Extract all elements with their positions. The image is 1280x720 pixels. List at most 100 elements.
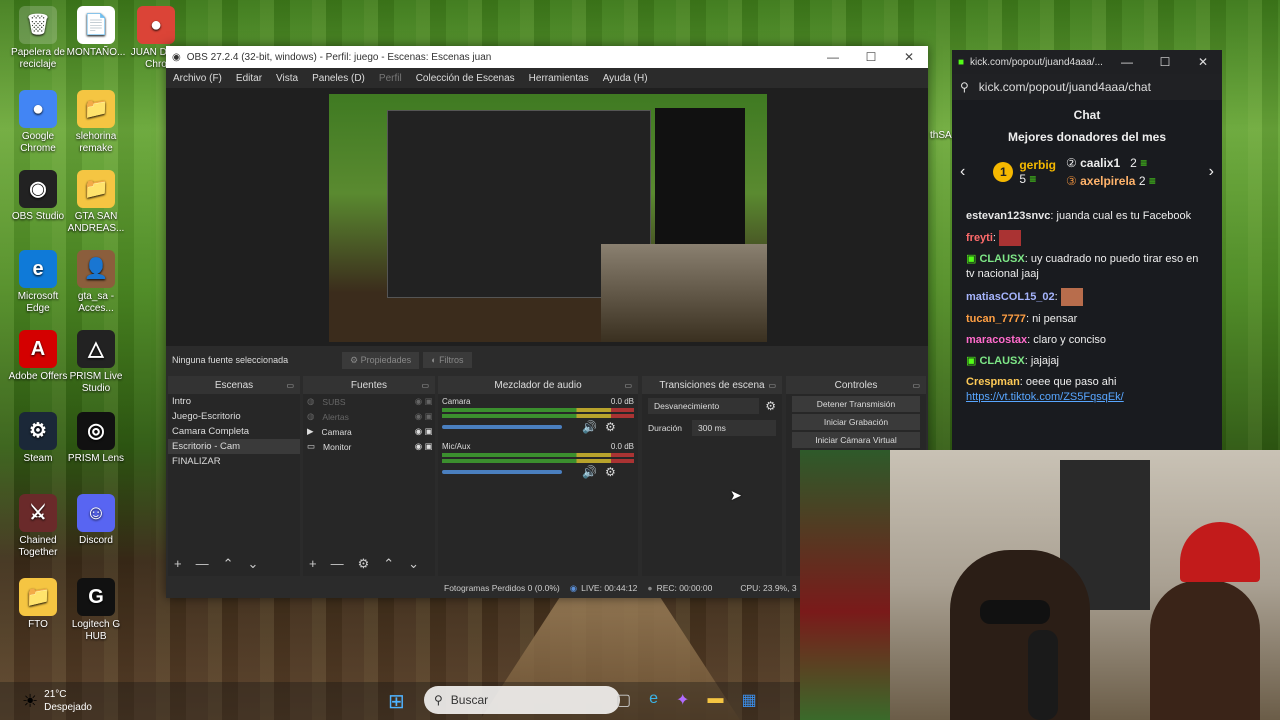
desktop-icon[interactable]: 📄 MONTAÑO... xyxy=(64,6,128,59)
address-bar[interactable]: ⚲ kick.com/popout/juand4aaa/chat xyxy=(952,74,1222,100)
stop-streaming-button[interactable]: Detener Transmisión xyxy=(792,396,920,412)
maximize-icon[interactable]: ☐ xyxy=(1146,55,1184,69)
file-explorer-icon[interactable]: ▬ xyxy=(707,690,723,710)
site-info-icon[interactable]: ⚲ xyxy=(960,80,969,94)
speaker-icon[interactable]: 🔊 xyxy=(582,465,597,479)
desktop-icon[interactable]: ◉ OBS Studio xyxy=(6,170,70,223)
desktop-icon[interactable]: A Adobe Offers xyxy=(6,330,70,383)
desktop-icon[interactable]: ◎ PRISM Lens xyxy=(64,412,128,465)
eye-icon[interactable]: ◉ xyxy=(415,426,422,437)
desktop-icon[interactable]: 📁 GTA SAN ANDREAS... xyxy=(64,170,128,235)
scene-item[interactable]: FINALIZAR xyxy=(168,454,300,469)
obs-titlebar[interactable]: ◉ OBS 27.2.4 (32-bit, windows) - Perfil:… xyxy=(166,46,928,68)
desktop-icon[interactable]: G Logitech G HUB xyxy=(64,578,128,643)
chat-user[interactable]: CLAUSX xyxy=(979,355,1024,367)
desktop-icon[interactable]: ● Google Chrome xyxy=(6,90,70,155)
taskbar-search[interactable]: ⚲ Buscar xyxy=(424,686,620,714)
chat-titlebar[interactable]: ■ kick.com/popout/juand4aaa/... — ☐ ✕ xyxy=(952,50,1222,74)
minimize-icon[interactable]: — xyxy=(1108,55,1146,69)
volume-slider[interactable] xyxy=(442,425,562,429)
menu-vista[interactable]: Vista xyxy=(269,73,305,84)
start-virtual-camera-button[interactable]: Iniciar Cámara Virtual xyxy=(792,432,920,448)
eye-icon[interactable]: ◉ xyxy=(415,396,422,407)
windows-start-icon[interactable]: ⊞ xyxy=(388,689,405,714)
scene-item[interactable]: Juego-Escritorio xyxy=(168,409,300,424)
minimize-icon[interactable]: — xyxy=(814,50,852,64)
desktop-icon[interactable]: 🗑 Papelera de reciclaje xyxy=(6,6,70,71)
chat-user[interactable]: estevan123snvc xyxy=(966,210,1050,222)
chat-user[interactable]: maracostax xyxy=(966,334,1027,346)
dock-menu-icon[interactable]: ▭ xyxy=(286,381,294,390)
remove-icon[interactable]: — xyxy=(331,556,344,572)
close-icon[interactable]: ✕ xyxy=(1184,55,1222,69)
store-icon[interactable]: ▦ xyxy=(741,690,756,710)
start-recording-button[interactable]: Iniciar Grabación xyxy=(792,414,920,430)
dock-menu-icon[interactable]: ▭ xyxy=(912,381,920,390)
menu-archivo[interactable]: Archivo (F) xyxy=(166,73,229,84)
source-item[interactable]: ◍ SUBS ◉ ▣ xyxy=(303,394,435,409)
chat-user[interactable]: freyti xyxy=(966,232,993,244)
menu-coleccion[interactable]: Colección de Escenas xyxy=(409,73,522,84)
lock-icon[interactable]: ▣ xyxy=(425,441,433,452)
filters-button[interactable]: ◐ Filtros xyxy=(423,352,472,368)
copilot-icon[interactable]: ✦ xyxy=(676,690,689,710)
task-view-icon[interactable]: ▢ xyxy=(616,690,631,710)
move-up-icon[interactable]: ⌃ xyxy=(223,556,234,572)
dock-menu-icon[interactable]: ▭ xyxy=(624,381,632,390)
gear-icon[interactable]: ⚙ xyxy=(765,399,776,413)
weather-icon[interactable]: ☀ xyxy=(22,691,38,712)
desktop-icon[interactable]: 📁 FTO xyxy=(6,578,70,631)
chat-user[interactable]: Crespman xyxy=(966,376,1020,388)
add-icon[interactable]: + xyxy=(309,556,317,572)
scene-item[interactable]: Camara Completa xyxy=(168,424,300,439)
lock-icon[interactable]: ▣ xyxy=(425,411,433,422)
desktop-icon[interactable]: ⚔ Chained Together xyxy=(6,494,70,559)
properties-button[interactable]: ⚙ Propiedades xyxy=(342,351,420,369)
duration-field[interactable]: 300 ms xyxy=(692,420,776,436)
desktop-icon[interactable]: △ PRISM Live Studio xyxy=(64,330,128,395)
speaker-icon[interactable]: 🔊 xyxy=(582,420,597,434)
desktop-icon[interactable]: ⚙ Steam xyxy=(6,412,70,465)
dock-menu-icon[interactable]: ▭ xyxy=(768,381,776,390)
edge-taskbar-icon[interactable]: e xyxy=(649,690,658,710)
move-down-icon[interactable]: ⌄ xyxy=(408,556,419,572)
menu-ayuda[interactable]: Ayuda (H) xyxy=(596,73,655,84)
gear-icon[interactable]: ⚙ xyxy=(605,465,616,479)
menu-paneles[interactable]: Paneles (D) xyxy=(305,73,372,84)
menu-editar[interactable]: Editar xyxy=(229,73,269,84)
desktop-icon[interactable]: 👤 gta_sa - Acces... xyxy=(64,250,128,315)
maximize-icon[interactable]: ☐ xyxy=(852,50,890,64)
chat-user[interactable]: CLAUSX xyxy=(979,253,1024,265)
chevron-left-icon[interactable]: ‹ xyxy=(960,163,965,181)
obs-preview-area[interactable] xyxy=(166,88,928,346)
desktop-icon[interactable]: ☺ Discord xyxy=(64,494,128,547)
volume-slider[interactable] xyxy=(442,470,562,474)
desktop-icon[interactable]: 📁 slehorina remake xyxy=(64,90,128,155)
move-up-icon[interactable]: ⌃ xyxy=(383,556,394,572)
remove-icon[interactable]: — xyxy=(196,556,209,572)
source-item[interactable]: ▭ Monitor ◉ ▣ xyxy=(303,439,435,454)
chat-link[interactable]: https://vt.tiktok.com/ZS5FqsqEk/ xyxy=(966,391,1124,403)
scene-item[interactable]: Intro xyxy=(168,394,300,409)
desktop-icon[interactable]: e Microsoft Edge xyxy=(6,250,70,315)
transition-select[interactable]: Desvanecimiento xyxy=(648,398,760,414)
eye-icon[interactable]: ◉ xyxy=(415,411,422,422)
source-item[interactable]: ▶ Camara ◉ ▣ xyxy=(303,424,435,439)
lock-icon[interactable]: ▣ xyxy=(425,396,433,407)
lock-icon[interactable]: ▣ xyxy=(425,426,433,437)
scene-item-selected[interactable]: Escritorio - Cam xyxy=(168,439,300,454)
menu-herramientas[interactable]: Herramientas xyxy=(522,73,596,84)
preview-canvas[interactable] xyxy=(329,94,767,342)
weather-widget[interactable]: 21°C Despejado xyxy=(44,688,92,714)
chevron-right-icon[interactable]: › xyxy=(1209,163,1214,181)
move-down-icon[interactable]: ⌄ xyxy=(248,556,259,572)
source-item[interactable]: ◍ Alertas ◉ ▣ xyxy=(303,409,435,424)
eye-icon[interactable]: ◉ xyxy=(415,441,422,452)
chat-user[interactable]: matiasCOL15_02 xyxy=(966,291,1055,303)
close-icon[interactable]: ✕ xyxy=(890,50,928,64)
gear-icon[interactable]: ⚙ xyxy=(605,420,616,434)
chat-window[interactable]: ■ kick.com/popout/juand4aaa/... — ☐ ✕ ⚲ k… xyxy=(952,50,1222,450)
add-icon[interactable]: + xyxy=(174,556,182,572)
chat-user[interactable]: tucan_7777 xyxy=(966,313,1026,325)
menu-perfil[interactable]: Perfil xyxy=(372,73,409,84)
